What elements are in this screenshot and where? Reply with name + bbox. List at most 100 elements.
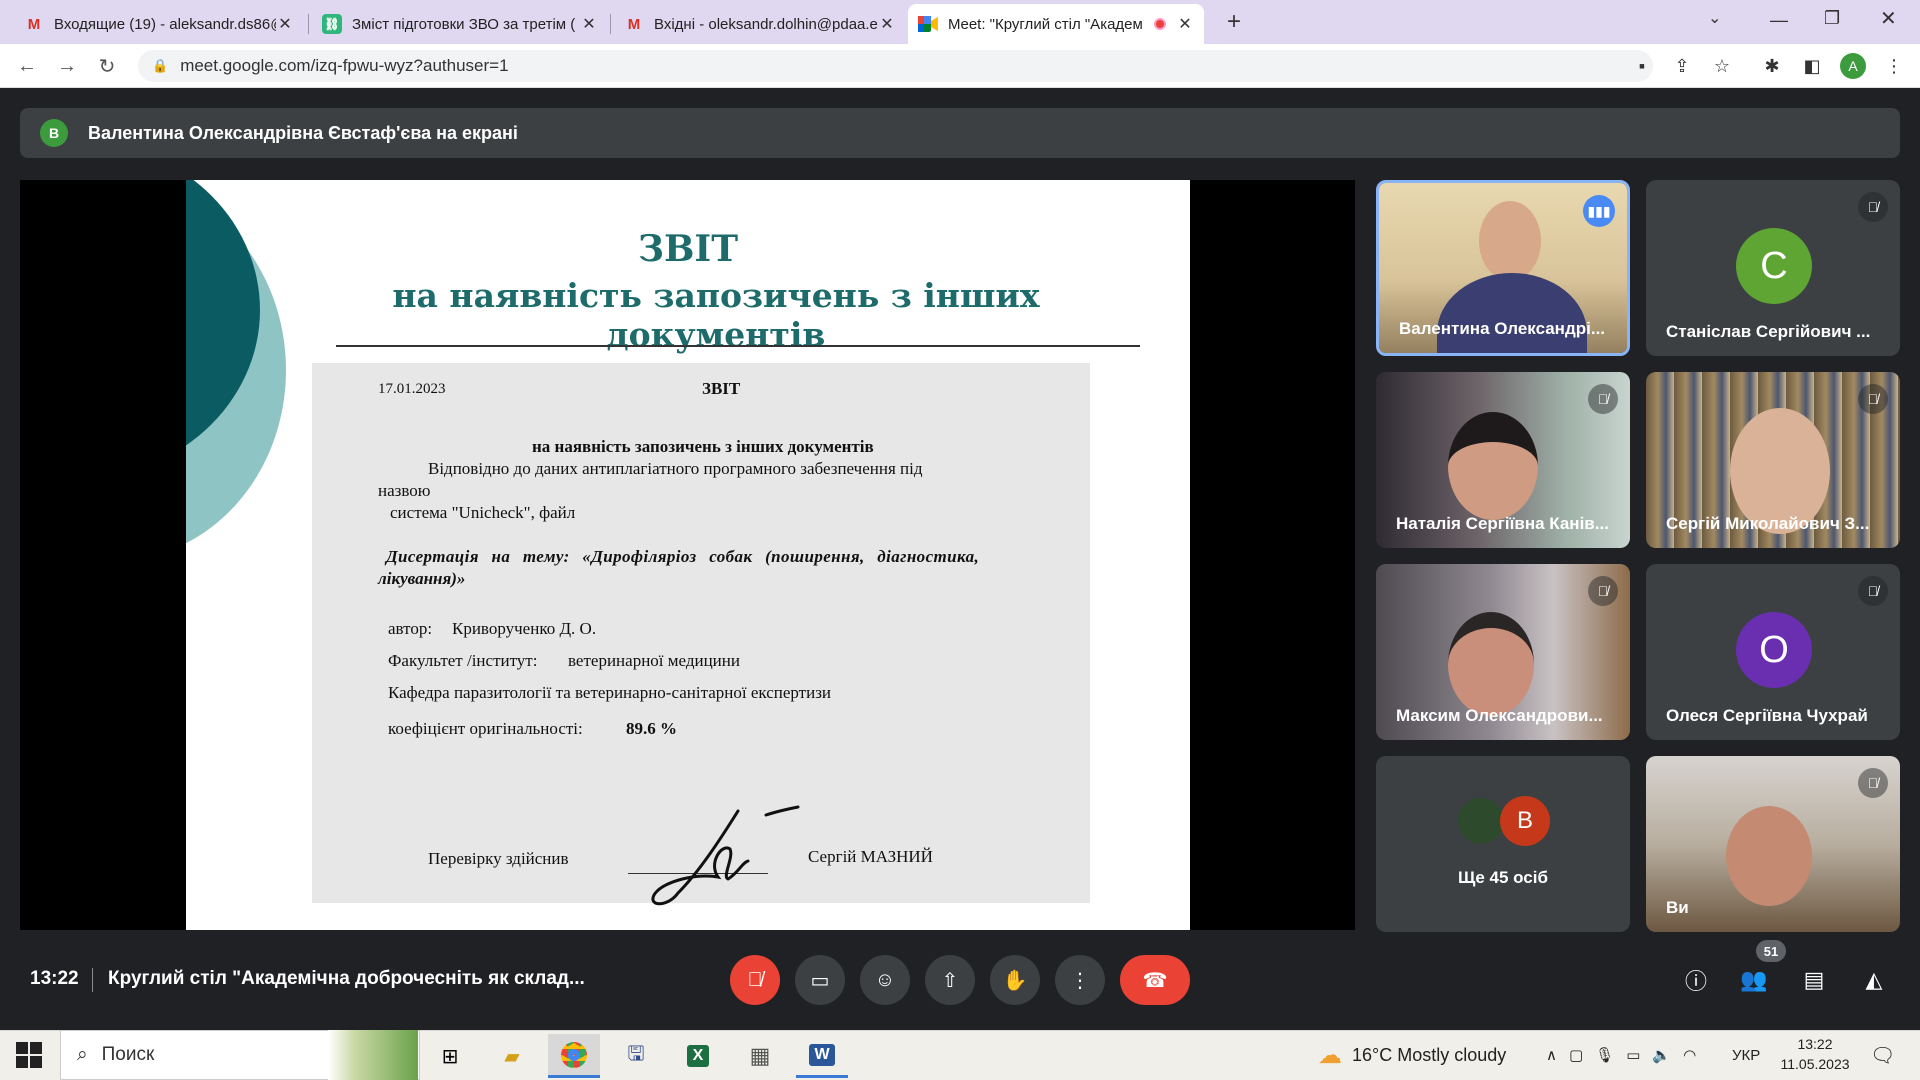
window-close-button[interactable]: ✕ (1880, 6, 1904, 30)
weather-widget[interactable]: ☁ 16°C Mostly cloudy (1318, 1030, 1506, 1080)
task-view-button[interactable]: ⊞ (424, 1034, 476, 1078)
author-value: Криворученко Д. О. (452, 619, 597, 638)
share-icon[interactable]: ⇪ (1668, 52, 1696, 80)
extensions-icon[interactable]: ✱ (1758, 52, 1786, 80)
raise-hand-button[interactable]: ✋ (990, 955, 1040, 1005)
reload-button[interactable]: ↻ (92, 52, 122, 80)
participant-tile[interactable]: 🎙̸ Наталія Сергіївна Канів... (1376, 372, 1630, 548)
clock-date: 11.05.2023 (1780, 1056, 1850, 1072)
tab-gmail-vkhidni[interactable]: M Вхідні - oleksandr.dolhin@pdaa.e ✕ (614, 4, 906, 44)
mic-off-icon: 🎙̸ (747, 968, 763, 991)
new-tab-button[interactable]: + (1222, 8, 1246, 35)
participant-tile[interactable]: 🎙̸ Сергій Миколайович З... (1646, 372, 1900, 548)
meeting-info-button[interactable]: ⓘ (1678, 962, 1714, 998)
mic-toggle-button[interactable]: 🎙̸ (730, 955, 780, 1005)
faculty-label: Факультет /інститут: (388, 651, 538, 670)
activities-button[interactable]: ◭ (1856, 962, 1892, 998)
side-panel-icon[interactable]: ◧ (1798, 52, 1826, 80)
presentation-banner: В Валентина Олександрівна Євстаф'єва на … (20, 108, 1900, 158)
taskbar-clock[interactable]: 13:22 11.05.2023 (1774, 1034, 1856, 1074)
reactions-button[interactable]: ☺ (860, 955, 910, 1005)
url-input[interactable]: 🔒 meet.google.com/izq-fpwu-wyz?authuser=… (138, 50, 1653, 82)
mic-muted-icon: 🎙̸ (1858, 576, 1888, 606)
close-icon[interactable]: ✕ (1176, 14, 1194, 34)
tray-icons[interactable]: ∧ ▢ 🎙 ▭ 🔈 ◠ (1546, 1030, 1696, 1080)
minimize-button[interactable]: — (1770, 10, 1794, 34)
leave-call-button[interactable]: ☎ (1120, 955, 1190, 1005)
slide-subtitle: на наявність запозичень з інших документ… (392, 276, 1040, 354)
participant-video-face (1479, 201, 1541, 281)
camera-blocked-icon[interactable]: ▪ (1628, 52, 1656, 80)
present-button[interactable]: ⇧ (925, 955, 975, 1005)
presenter-avatar: В (40, 119, 68, 147)
taskbar-save-app[interactable]: 🖫 (610, 1034, 662, 1078)
more-participants-label: Ще 45 осіб (1458, 868, 1548, 887)
emoji-icon: ☺ (874, 968, 896, 991)
participant-tile[interactable]: 🎙̸ Максим Олександрови... (1376, 564, 1630, 740)
camera-toggle-button[interactable]: ▭ (795, 955, 845, 1005)
tab-gmail-inbox[interactable]: M Входящие (19) - aleksandr.ds86@ ✕ (14, 4, 304, 44)
tab-meet[interactable]: Meet: "Круглий стіл "Академ ✕ (908, 4, 1204, 44)
department-text: Кафедра паразитології та ветеринарно-сан… (388, 683, 832, 702)
back-button[interactable]: ← (12, 52, 42, 80)
browser-menu-icon[interactable]: ⋮ (1880, 52, 1908, 80)
tab-label: Входящие (19) - aleksandr.ds86@ (54, 15, 276, 33)
participant-tile[interactable]: 🎙̸ О Олеся Сергіївна Чухрай (1646, 564, 1900, 740)
taskbar-calculator[interactable]: ▦ (734, 1034, 786, 1078)
participant-tile[interactable]: ▮▮▮ Валентина Олександрі... (1376, 180, 1630, 356)
people-count-badge: 51 (1756, 940, 1786, 962)
participant-name: Ви (1666, 898, 1689, 917)
taskbar-file-explorer[interactable]: ▰ (486, 1034, 538, 1078)
tab-zvo-content[interactable]: ⛓ Зміст підготовки ЗВО за третім ( ✕ (312, 4, 608, 44)
tab-search-chevron-icon[interactable]: ⌄ (1708, 8, 1732, 32)
mic-muted-icon: 🎙̸ (1858, 384, 1888, 414)
taskbar-word[interactable]: W (796, 1034, 848, 1078)
shared-slide: ЗВІТ на наявність запозичень з інших док… (186, 180, 1190, 930)
originality-label: коефіцієнт оригінальності: (388, 719, 583, 738)
notifications-icon[interactable]: 🗨 (1870, 1030, 1895, 1080)
taskbar-excel[interactable]: X (672, 1034, 724, 1078)
more-options-button[interactable]: ⋮ (1055, 955, 1105, 1005)
report-document: 17.01.2023 ЗВІТ на наявність запозичень … (312, 363, 1090, 906)
speaking-indicator-icon: ▮▮▮ (1583, 195, 1615, 227)
recording-icon (1154, 18, 1166, 30)
close-icon[interactable]: ✕ (276, 14, 294, 34)
signature-image (651, 805, 800, 906)
participant-name: Станіслав Сергійович ... (1666, 322, 1871, 341)
search-highlight-image (328, 1030, 418, 1080)
more-participants-tile[interactable]: В Ще 45 осіб (1376, 756, 1630, 932)
url-text: meet.google.com/izq-fpwu-wyz?authuser=1 (180, 56, 509, 75)
close-icon[interactable]: ✕ (878, 14, 896, 34)
people-button[interactable]: 👥 (1736, 962, 1772, 998)
participant-tile[interactable]: 🎙̸ С Станіслав Сергійович ... (1646, 180, 1900, 356)
doc-line2: назвою (378, 481, 431, 500)
calculator-icon: ▦ (749, 1043, 771, 1068)
originality-value: 89.6 % (626, 719, 677, 738)
close-icon[interactable]: ✕ (580, 14, 598, 34)
chevron-up-icon[interactable]: ∧ (1546, 1046, 1557, 1064)
restore-button[interactable]: ❐ (1824, 8, 1848, 32)
profile-avatar[interactable]: A (1840, 53, 1866, 79)
doc-theme2: лікування)» (378, 569, 466, 588)
bookmark-star-icon[interactable]: ☆ (1708, 52, 1736, 80)
time-divider (92, 968, 93, 992)
meeting-title: Круглий стіл "Академічна доброчесніть як… (108, 968, 585, 989)
video-camera-icon: ▭ (810, 969, 830, 992)
info-icon: ⓘ (1684, 969, 1707, 994)
author-label: автор: (388, 619, 433, 638)
chat-button[interactable]: ▤ (1796, 962, 1832, 998)
people-icon: 👥 (1740, 967, 1768, 992)
present-screen-icon: ⇧ (941, 969, 959, 992)
participant-name: Наталія Сергіївна Канів... (1396, 514, 1609, 533)
chat-icon: ▤ (1803, 967, 1825, 992)
doc-date: 17.01.2023 (378, 381, 446, 397)
windows-start-button[interactable] (16, 1042, 42, 1068)
language-indicator[interactable]: УКР (1732, 1030, 1760, 1080)
taskbar-chrome[interactable] (548, 1034, 600, 1078)
microphone-icon: 🎙 (1595, 1047, 1615, 1064)
forward-button[interactable]: → (52, 52, 82, 80)
search-placeholder: Поиск (101, 1044, 155, 1065)
self-tile[interactable]: 🎙̸ Ви (1646, 756, 1900, 932)
participant-avatar: В (1500, 796, 1550, 846)
device-icon: ▢ (1568, 1047, 1584, 1064)
